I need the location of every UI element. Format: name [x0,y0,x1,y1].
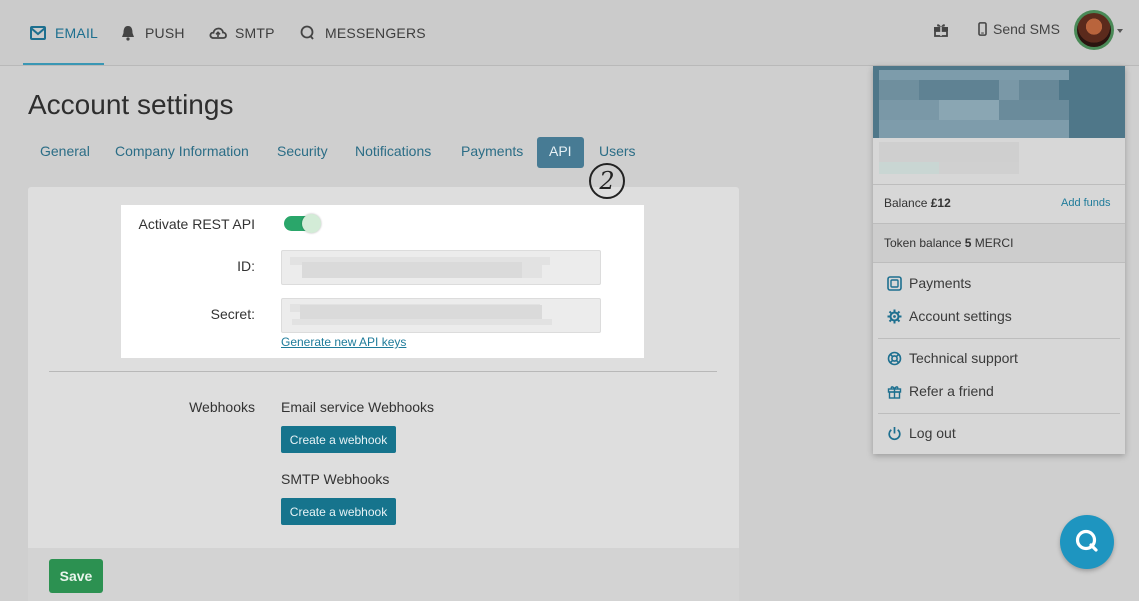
power-icon [888,426,901,440]
api-id-label: ID: [237,258,255,274]
lifebuoy-icon [887,351,902,365]
chat-bubble-icon [300,25,314,40]
subtab-company-information[interactable]: Company Information [115,143,249,159]
nav-tab-messengers-label: MESSENGERS [325,25,426,41]
api-secret-label: Secret: [210,306,255,322]
menu-divider [873,262,1125,263]
gear-icon [887,309,902,323]
gift-icon [887,385,902,399]
account-info-redacted [873,66,1125,138]
wallet-icon [887,275,902,291]
balance-value: £12 [930,196,951,210]
token-balance-value: 5 [964,236,972,250]
nav-tab-smtp-label: SMTP [235,25,275,41]
balance-label: Balance [884,196,928,210]
gift-icon[interactable] [932,20,950,38]
subtab-api[interactable]: API [537,137,584,168]
avatar-photo [1077,13,1111,47]
menu-item-technical-support[interactable]: Technical support [887,350,1018,366]
menu-item-refer-a-friend[interactable]: Refer a friend [887,383,994,399]
subtab-payments[interactable]: Payments [461,143,523,159]
cloud-upload-icon [209,27,227,39]
create-smtp-webhook-button[interactable]: Create a webhook [281,498,396,525]
webhooks-label: Webhooks [189,399,255,415]
envelope-icon [30,26,46,40]
menu-divider [878,338,1120,339]
menu-item-refer-a-friend-label: Refer a friend [909,383,994,399]
menu-item-account-settings[interactable]: Account settings [887,308,1012,324]
add-funds-link[interactable]: Add funds [1061,197,1111,209]
phone-icon [978,22,987,36]
chat-icon [1075,529,1098,552]
top-navigation-bar: EMAIL PUSH SMTP MESSENGERS Send SMS [0,0,1139,66]
api-secret-field[interactable] [281,298,601,333]
api-id-field[interactable] [281,250,601,285]
menu-item-payments-label: Payments [909,275,972,291]
chevron-down-icon[interactable] [1117,29,1123,33]
token-balance-row: Token balance 5 MERCI [873,236,1125,250]
menu-item-log-out-label: Log out [909,425,956,441]
token-balance-label: Token balance [884,236,962,250]
page-title: Account settings [28,89,234,120]
chat-button[interactable] [1060,515,1114,569]
account-subinfo-redacted [873,138,1125,184]
activate-rest-api-toggle[interactable] [284,214,321,233]
bell-icon [122,26,134,41]
menu-item-payments[interactable]: Payments [887,275,971,291]
save-button[interactable]: Save [49,559,103,593]
menu-item-account-settings-label: Account settings [909,308,1012,324]
menu-item-technical-support-label: Technical support [909,350,1018,366]
generate-api-keys-link[interactable]: Generate new API keys [281,335,406,349]
send-sms-button[interactable]: Send SMS [978,21,1060,37]
subtab-users[interactable]: Users [599,143,636,159]
nav-tab-smtp[interactable]: SMTP [209,0,275,66]
subtab-general[interactable]: General [40,143,90,159]
menu-divider [878,413,1120,414]
nav-tab-push-label: PUSH [145,25,185,41]
menu-item-log-out[interactable]: Log out [887,425,956,441]
annotation-step-2: 2 [589,163,625,199]
subtab-notifications[interactable]: Notifications [355,143,431,159]
user-avatar[interactable] [1074,10,1114,50]
nav-tab-messengers[interactable]: MESSENGERS [299,0,426,66]
nav-tab-push[interactable]: PUSH [119,0,185,66]
panel-footer [28,548,739,601]
nav-tab-email[interactable]: EMAIL [22,0,105,66]
nav-tab-email-label: EMAIL [55,25,99,41]
subtab-security[interactable]: Security [277,143,328,159]
email-webhooks-title: Email service Webhooks [281,399,435,415]
send-sms-label: Send SMS [993,21,1060,37]
create-email-webhook-button[interactable]: Create a webhook [281,426,396,453]
token-balance-unit: MERCI [974,236,1014,250]
account-dropdown-menu: Balance £12 Add funds Token balance 5 ME… [873,66,1125,454]
menu-divider [873,184,1125,185]
activate-rest-api-label: Activate REST API [138,216,255,232]
section-divider [49,371,717,372]
smtp-webhooks-title: SMTP Webhooks [281,471,390,487]
